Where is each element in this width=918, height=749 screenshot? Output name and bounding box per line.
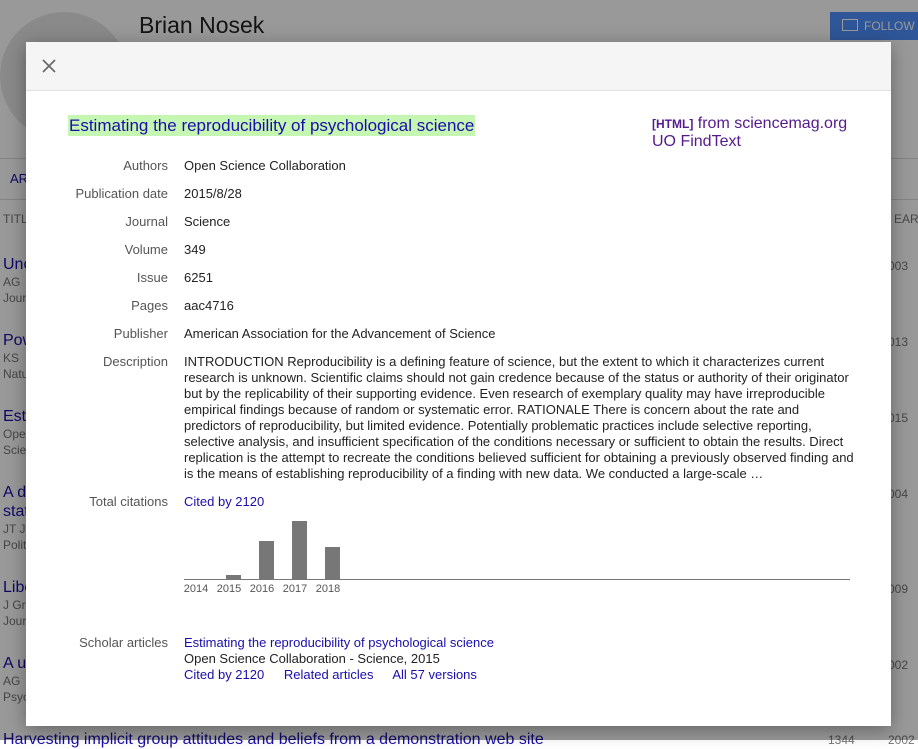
field-value: 2015/8/28 — [184, 186, 242, 201]
citations-per-year-chart: 2014 2015 2016 2017 2018 — [184, 518, 850, 598]
field-label: Publication date — [75, 186, 168, 201]
chart-tick-label: 2015 — [216, 583, 242, 595]
full-text-links: [HTML] from sciencemag.org UO FindText — [652, 115, 847, 151]
chart-tick-label: 2014 — [183, 583, 209, 595]
article-details-dialog: Estimating the reproducibility of psycho… — [26, 42, 891, 726]
scholar-article-link[interactable]: Estimating the reproducibility of psycho… — [184, 635, 494, 651]
field-label: Authors — [123, 158, 168, 173]
field-value: 6251 — [184, 270, 213, 285]
scholar-articles: Estimating the reproducibility of psycho… — [184, 635, 494, 683]
field-label: Volume — [124, 242, 168, 257]
field-label: Issue — [136, 270, 168, 285]
article-title-link[interactable]: Estimating the reproducibility of psycho… — [68, 115, 476, 136]
chart-axis — [184, 579, 850, 580]
dialog-header — [26, 42, 891, 91]
field-value: 349 — [184, 242, 206, 257]
field-value: Open Science Collaboration — [184, 158, 346, 173]
chart-bar-2017[interactable] — [292, 521, 307, 579]
field-value: aac4716 — [184, 298, 234, 313]
description-field: Description INTRODUCTION Reproducibility… — [26, 354, 891, 484]
field-label: Journal — [125, 214, 168, 229]
html-source-label: from sciencemag.org — [697, 115, 848, 132]
chart-tick-label: 2018 — [315, 583, 341, 595]
description-text: INTRODUCTION Reproducibility is a defini… — [184, 354, 854, 481]
field-label: Description — [102, 354, 168, 369]
field-value: Science — [184, 214, 231, 229]
chart-bar-2015[interactable] — [226, 575, 241, 579]
scholar-cited-by-link[interactable]: Cited by 2120 — [184, 667, 264, 682]
html-source-link[interactable]: [HTML] from sciencemag.org — [652, 115, 847, 132]
related-articles-link[interactable]: Related articles — [284, 667, 374, 682]
close-icon — [42, 59, 56, 73]
chart-tick-label: 2017 — [282, 583, 308, 595]
chart-bar-2016[interactable] — [259, 541, 274, 579]
scholar-article-meta: Open Science Collaboration - Science, 20… — [184, 651, 440, 666]
field-label: Total citations — [89, 494, 168, 509]
scholar-article-actions: Cited by 2120 Related articles All 57 ve… — [184, 667, 494, 683]
all-versions-link[interactable]: All 57 versions — [392, 667, 477, 682]
close-button[interactable] — [37, 54, 61, 78]
field-label: Pages — [131, 298, 168, 313]
cited-by-link[interactable]: Cited by 2120 — [184, 494, 264, 510]
chart-bar-2018[interactable] — [325, 547, 340, 579]
field-value: American Association for the Advancement… — [184, 326, 496, 341]
chart-tick-label: 2016 — [249, 583, 275, 595]
findtext-link[interactable]: UO FindText — [652, 133, 847, 151]
field-label: Scholar articles — [79, 635, 168, 650]
html-tag: [HTML] — [652, 117, 694, 131]
field-label: Publisher — [113, 326, 168, 341]
